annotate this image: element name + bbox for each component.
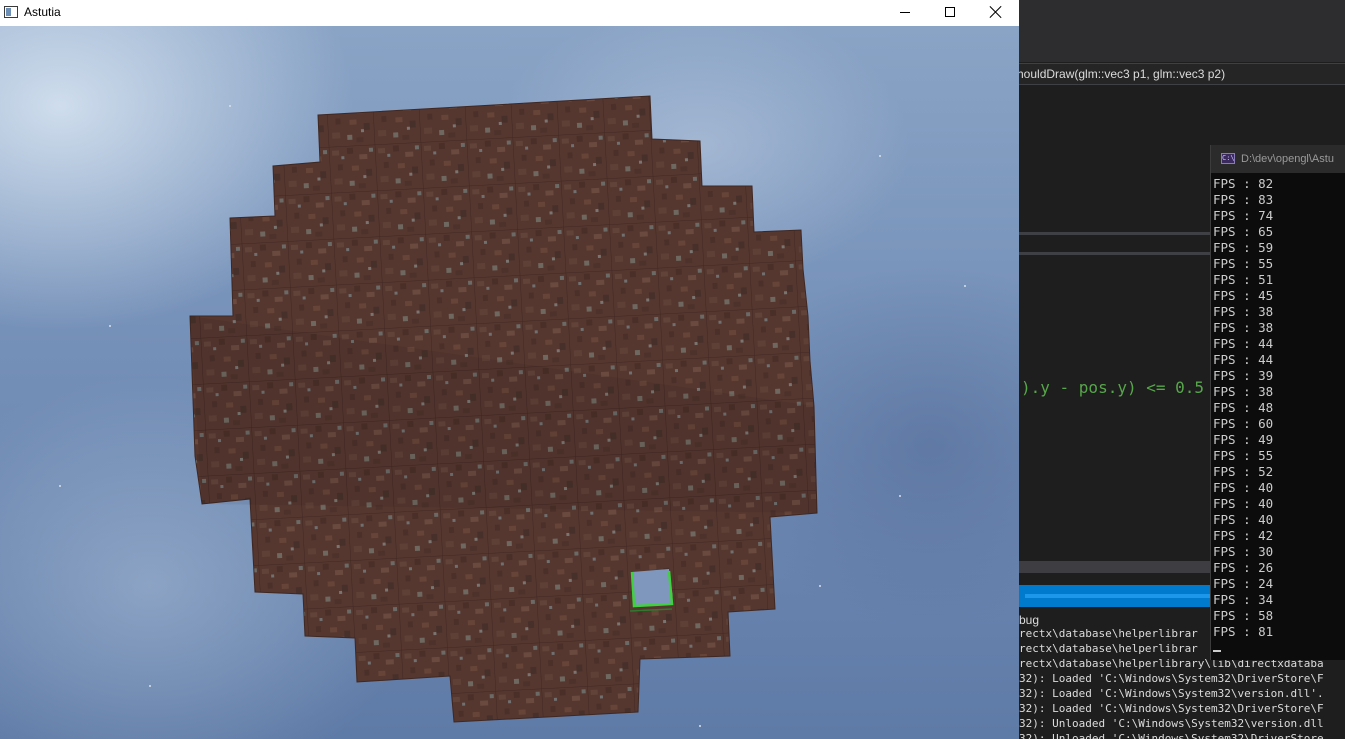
fps-line: FPS : 26 <box>1213 560 1274 575</box>
fps-line: FPS : 42 <box>1213 528 1274 543</box>
fps-line: FPS : 65 <box>1213 224 1274 239</box>
console-window[interactable]: C:\ D:\dev\opengl\Astu FPS : 82 FPS : 83 F… <box>1210 145 1345 660</box>
function-signature: houldDraw(glm::vec3 p1, glm::vec3 p2) <box>1019 67 1226 81</box>
fps-line: FPS : 52 <box>1213 464 1274 479</box>
fps-line: FPS : 55 <box>1213 256 1274 271</box>
divider <box>1019 232 1219 235</box>
console-title: D:\dev\opengl\Astu <box>1241 153 1334 165</box>
output-line: 32): Unloaded 'C:\Windows\System32\versi… <box>1019 717 1324 730</box>
output-line: 32): Loaded 'C:\Windows\System32\DriverS… <box>1019 702 1324 715</box>
output-line: 32): Unloaded 'C:\Windows\System32\Drive… <box>1019 732 1324 739</box>
fps-line: FPS : 49 <box>1213 432 1274 447</box>
maximize-button[interactable] <box>927 0 973 25</box>
desktop: houldDraw(glm::vec3 p1, glm::vec3 p2) ).… <box>0 0 1345 739</box>
window-title: Astutia <box>24 5 61 19</box>
ide-toolbar <box>1019 0 1345 62</box>
fps-line: FPS : 45 <box>1213 288 1274 303</box>
fps-line: FPS : 38 <box>1213 384 1274 399</box>
console-output: FPS : 82 FPS : 83 FPS : 74 FPS : 65 FPS : 59… <box>1213 176 1273 640</box>
fps-line: FPS : 82 <box>1213 176 1274 191</box>
fps-line: FPS : 40 <box>1213 512 1274 527</box>
scene <box>59 95 966 727</box>
fps-line: FPS : 40 <box>1213 496 1274 511</box>
console-titlebar[interactable]: C:\ D:\dev\opengl\Astu <box>1211 145 1345 173</box>
app-window-icon <box>4 6 18 18</box>
console-app-icon: C:\ <box>1221 153 1235 164</box>
maximize-icon <box>945 7 955 17</box>
fps-line: FPS : 44 <box>1213 336 1274 351</box>
fps-line: FPS : 74 <box>1213 208 1274 223</box>
fps-line: FPS : 83 <box>1213 192 1274 207</box>
fps-line: FPS : 30 <box>1213 544 1274 559</box>
fps-line: FPS : 24 <box>1213 576 1274 591</box>
fps-line: FPS : 39 <box>1213 368 1274 383</box>
selected-block-outline[interactable] <box>629 569 674 612</box>
output-line: 32): Loaded 'C:\Windows\System32\version… <box>1019 687 1324 700</box>
close-icon <box>989 5 1003 19</box>
divider <box>1019 252 1219 255</box>
console-cursor <box>1213 650 1221 652</box>
function-signature-bar[interactable]: houldDraw(glm::vec3 p1, glm::vec3 p2) <box>1019 63 1345 85</box>
progress-fill <box>1025 594 1211 598</box>
game-viewport[interactable] <box>0 26 1019 739</box>
fps-line: FPS : 59 <box>1213 240 1274 255</box>
fps-line: FPS : 51 <box>1213 272 1274 287</box>
fps-line: FPS : 40 <box>1213 480 1274 495</box>
code-line[interactable]: ).y - pos.y) <= 0.5 <box>1021 378 1204 397</box>
fps-line: FPS : 58 <box>1213 608 1274 623</box>
output-line: 32): Loaded 'C:\Windows\System32\DriverS… <box>1019 672 1324 685</box>
fps-line: FPS : 44 <box>1213 352 1274 367</box>
minimize-icon <box>900 12 910 13</box>
fps-line: FPS : 81 <box>1213 624 1274 639</box>
fps-line: FPS : 38 <box>1213 304 1274 319</box>
fps-line: FPS : 48 <box>1213 400 1274 415</box>
fps-line: FPS : 34 <box>1213 592 1274 607</box>
fps-line: FPS : 55 <box>1213 448 1274 463</box>
game-titlebar[interactable]: Astutia <box>0 0 1019 26</box>
close-button[interactable] <box>973 0 1019 25</box>
game-window[interactable]: Astutia <box>0 0 1019 739</box>
progress-bar <box>1019 585 1219 607</box>
minimize-button[interactable] <box>882 0 928 25</box>
horizontal-scrollbar[interactable] <box>1019 561 1219 573</box>
fps-line: FPS : 38 <box>1213 320 1274 335</box>
fps-line: FPS : 60 <box>1213 416 1274 431</box>
